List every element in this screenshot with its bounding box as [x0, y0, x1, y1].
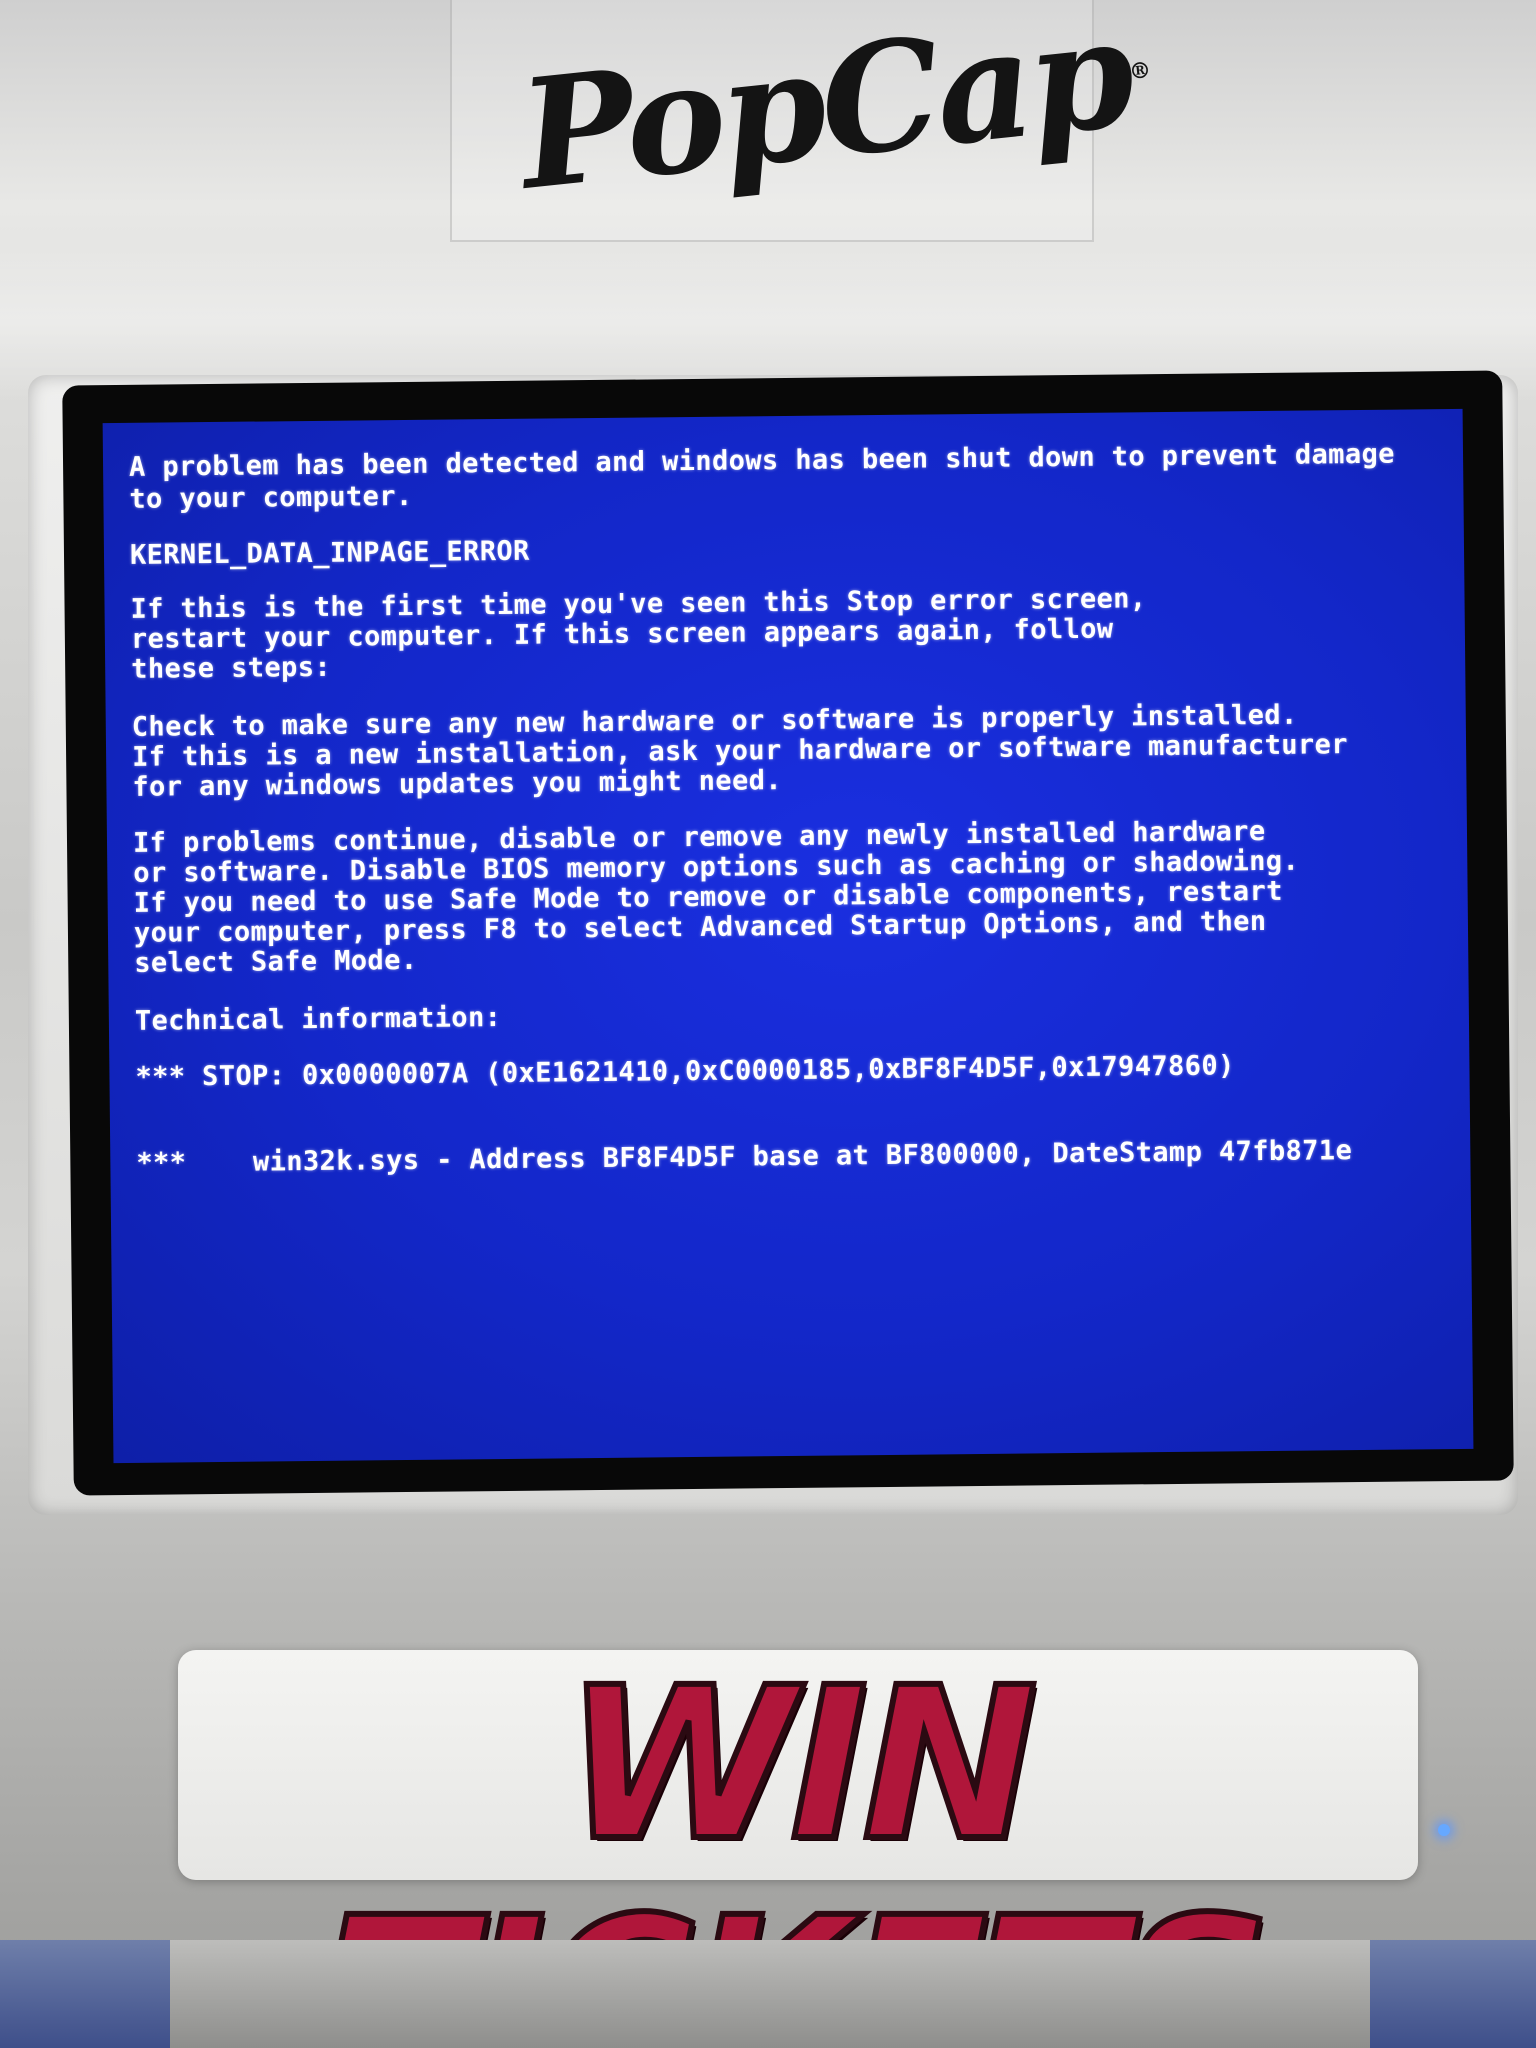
bsod-driver-info: *** win32k.sys - Address BF8F4D5F base a… [136, 1135, 1353, 1179]
win-tickets-sign: WIN TICKETS [178, 1642, 1418, 2048]
monitor-frame: A problem has been detected and windows … [62, 370, 1514, 1496]
bsod-technical-information-heading: Technical information: [134, 1002, 502, 1037]
status-led-icon [1438, 1824, 1450, 1836]
bsod-intro-line-2: to your computer. [129, 480, 413, 515]
bsod-check-line-3: for any windows updates you might need. [132, 765, 783, 803]
blue-screen-of-death: A problem has been detected and windows … [102, 408, 1474, 1464]
bsod-problems-line-5: select Safe Mode. [134, 944, 418, 979]
bsod-first-time-line-3: these steps: [131, 651, 332, 685]
cabinet-base-strip [170, 1940, 1370, 2048]
registered-mark: ® [1127, 57, 1149, 86]
bsod-error-code: KERNEL_DATA_INPAGE_ERROR [129, 535, 530, 571]
arcade-cabinet: PopCap® A problem has been detected and … [0, 0, 1536, 2048]
bsod-intro-line-1: A problem has been detected and windows … [128, 438, 1395, 483]
win-tickets-text: WIN TICKETS [328, 1642, 1274, 2048]
bsod-stop-code: *** STOP: 0x0000007A (0xE1621410,0xC0000… [135, 1050, 1235, 1093]
